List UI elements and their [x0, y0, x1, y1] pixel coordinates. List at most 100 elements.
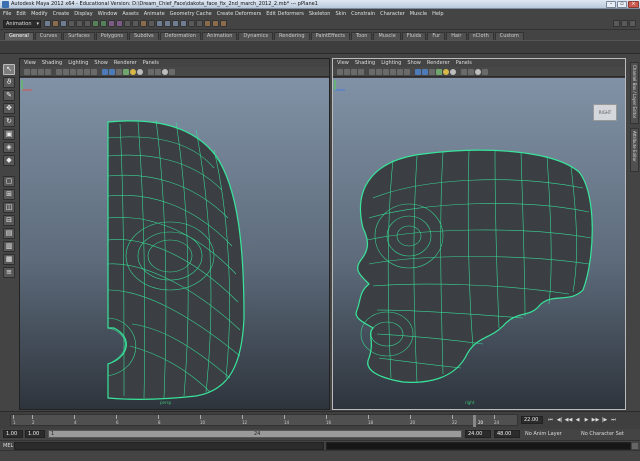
menu-display[interactable]: Display [74, 11, 92, 17]
menu-skin[interactable]: Skin [335, 11, 346, 17]
current-frame-field[interactable]: 22.00 [521, 416, 543, 424]
safe-action-icon[interactable] [404, 69, 410, 75]
shelf-tab-toon[interactable]: Toon [350, 32, 373, 40]
viewport-right[interactable]: View Shading Lighting Show Renderer Pane… [332, 58, 626, 410]
hardware-texturing-icon[interactable] [169, 69, 175, 75]
film-gate-icon[interactable] [63, 69, 69, 75]
shelf-tab-curves[interactable]: Curves [34, 32, 63, 40]
viewport-menu-view[interactable]: View [337, 60, 349, 66]
viewport-menu-shading[interactable]: Shading [355, 60, 375, 66]
script-editor-icon[interactable] [632, 443, 638, 449]
layout-persp-outliner-button[interactable]: ▤ [3, 228, 15, 239]
command-input[interactable] [14, 442, 324, 450]
viewport-menu-shading[interactable]: Shading [42, 60, 62, 66]
shelf-tab-surfaces[interactable]: Surfaces [63, 32, 95, 40]
minimize-button[interactable]: – [606, 1, 616, 8]
menu-edit[interactable]: Edit [16, 11, 26, 17]
menu-assets[interactable]: Assets [122, 11, 138, 17]
render-current-frame-icon[interactable] [204, 20, 211, 27]
channel-box-tab[interactable]: Channel Box / Layer Editor [630, 62, 639, 124]
safe-action-icon[interactable] [91, 69, 97, 75]
shadows-icon[interactable] [450, 69, 456, 75]
save-scene-icon[interactable] [60, 20, 67, 27]
shelf-tab-ncloth[interactable]: nCloth [467, 32, 494, 40]
select-camera-icon[interactable] [337, 69, 343, 75]
snap-grid-icon[interactable] [156, 20, 163, 27]
gate-mask-icon[interactable] [390, 69, 396, 75]
maximize-button[interactable]: ▫ [617, 1, 627, 8]
shelf-tab-deformation[interactable]: Deformation [159, 32, 201, 40]
last-tool[interactable]: ◆ [3, 155, 15, 166]
wireframe-icon[interactable] [102, 69, 108, 75]
mask-curves-icon[interactable] [108, 20, 115, 27]
menu-window[interactable]: Window [98, 11, 118, 17]
layout-persp-hypershade-button[interactable]: ▦ [3, 254, 15, 265]
bookmarks-icon[interactable] [38, 69, 44, 75]
shelf-tab-polygons[interactable]: Polygons [95, 32, 128, 40]
xray-joints-icon[interactable] [155, 69, 161, 75]
go-to-end-icon[interactable]: ⏭ [609, 416, 618, 424]
textured-icon[interactable] [123, 69, 129, 75]
new-scene-icon[interactable] [44, 20, 51, 27]
select-hierarchy-icon[interactable] [68, 20, 75, 27]
shelf-tab-general[interactable]: General [4, 32, 34, 40]
layout-outliner-button[interactable]: ≡ [3, 267, 15, 278]
resolution-gate-icon[interactable] [70, 69, 76, 75]
smooth-shade-icon[interactable] [422, 69, 428, 75]
playback-start-field[interactable]: 1.00 [25, 430, 45, 438]
viewport-persp[interactable]: View Shading Lighting Show Renderer Pane… [19, 58, 330, 410]
move-tool[interactable]: ✥ [3, 103, 15, 114]
select-component-icon[interactable] [84, 20, 91, 27]
menu-create[interactable]: Create [53, 11, 70, 17]
select-camera-icon[interactable] [24, 69, 30, 75]
manipulator-tool[interactable]: ◈ [3, 142, 15, 153]
lasso-tool[interactable]: ϑ [3, 77, 15, 88]
viewport-menu-show[interactable]: Show [94, 60, 108, 66]
xray-icon[interactable] [461, 69, 467, 75]
select-tool[interactable]: ↖ [3, 64, 15, 75]
end-time-field[interactable]: 48.00 [494, 430, 520, 438]
menu-muscle[interactable]: Muscle [410, 11, 427, 17]
shelf-tab-hair[interactable]: Hair [446, 32, 467, 40]
go-to-start-icon[interactable]: ⏮ [546, 416, 555, 424]
layout-persp-graph-button[interactable]: ▥ [3, 241, 15, 252]
image-plane-icon[interactable] [358, 69, 364, 75]
step-forward-frame-icon[interactable]: |▶ [600, 416, 609, 424]
close-button[interactable]: × [628, 1, 639, 8]
mask-dynamics-icon[interactable] [132, 20, 139, 27]
shelf-tab-fluids[interactable]: Fluids [401, 32, 427, 40]
shelf-tab-subdivs[interactable]: Subdivs [129, 32, 159, 40]
viewport-canvas-persp[interactable]: persp [20, 78, 329, 409]
scale-tool[interactable]: ▣ [3, 129, 15, 140]
viewport-menu-panels[interactable]: Panels [456, 60, 472, 66]
time-slider-track[interactable]: 1 2 4 6 8 10 12 14 16 18 20 22 24 20 [10, 414, 518, 427]
layout-two-side-button[interactable]: ◫ [3, 202, 15, 213]
play-backwards-icon[interactable]: ◀ [573, 416, 582, 424]
image-plane-icon[interactable] [45, 69, 51, 75]
ipr-render-icon[interactable] [212, 20, 219, 27]
current-time-marker[interactable] [473, 415, 476, 427]
menu-character[interactable]: Character [380, 11, 405, 17]
snap-curve-icon[interactable] [164, 20, 171, 27]
layout-two-stack-button[interactable]: ⊟ [3, 215, 15, 226]
toggle-attribute-editor-icon[interactable] [613, 20, 620, 27]
anim-layer-select[interactable]: No Anim Layer [525, 430, 562, 438]
character-set-select[interactable]: No Character Set [581, 430, 624, 438]
attribute-editor-tab[interactable]: Attribute Editor [630, 128, 639, 172]
resolution-gate-icon[interactable] [383, 69, 389, 75]
xray-icon[interactable] [148, 69, 154, 75]
menu-file[interactable]: File [3, 11, 11, 17]
make-live-icon[interactable] [188, 20, 195, 27]
viewport-menu-lighting[interactable]: Lighting [381, 60, 401, 66]
layout-four-button[interactable]: ⊞ [3, 189, 15, 200]
menu-animate[interactable]: Animate [144, 11, 165, 17]
mask-misc-icon[interactable] [148, 20, 155, 27]
grid-icon[interactable] [369, 69, 375, 75]
select-object-icon[interactable] [76, 20, 83, 27]
viewport-menu-lighting[interactable]: Lighting [68, 60, 88, 66]
paint-select-tool[interactable]: ✎ [3, 90, 15, 101]
viewport-menu-renderer[interactable]: Renderer [114, 60, 137, 66]
toggle-channel-box-icon[interactable] [629, 20, 636, 27]
viewport-menu-renderer[interactable]: Renderer [427, 60, 450, 66]
shelf-tab-fur[interactable]: Fur [427, 32, 446, 40]
